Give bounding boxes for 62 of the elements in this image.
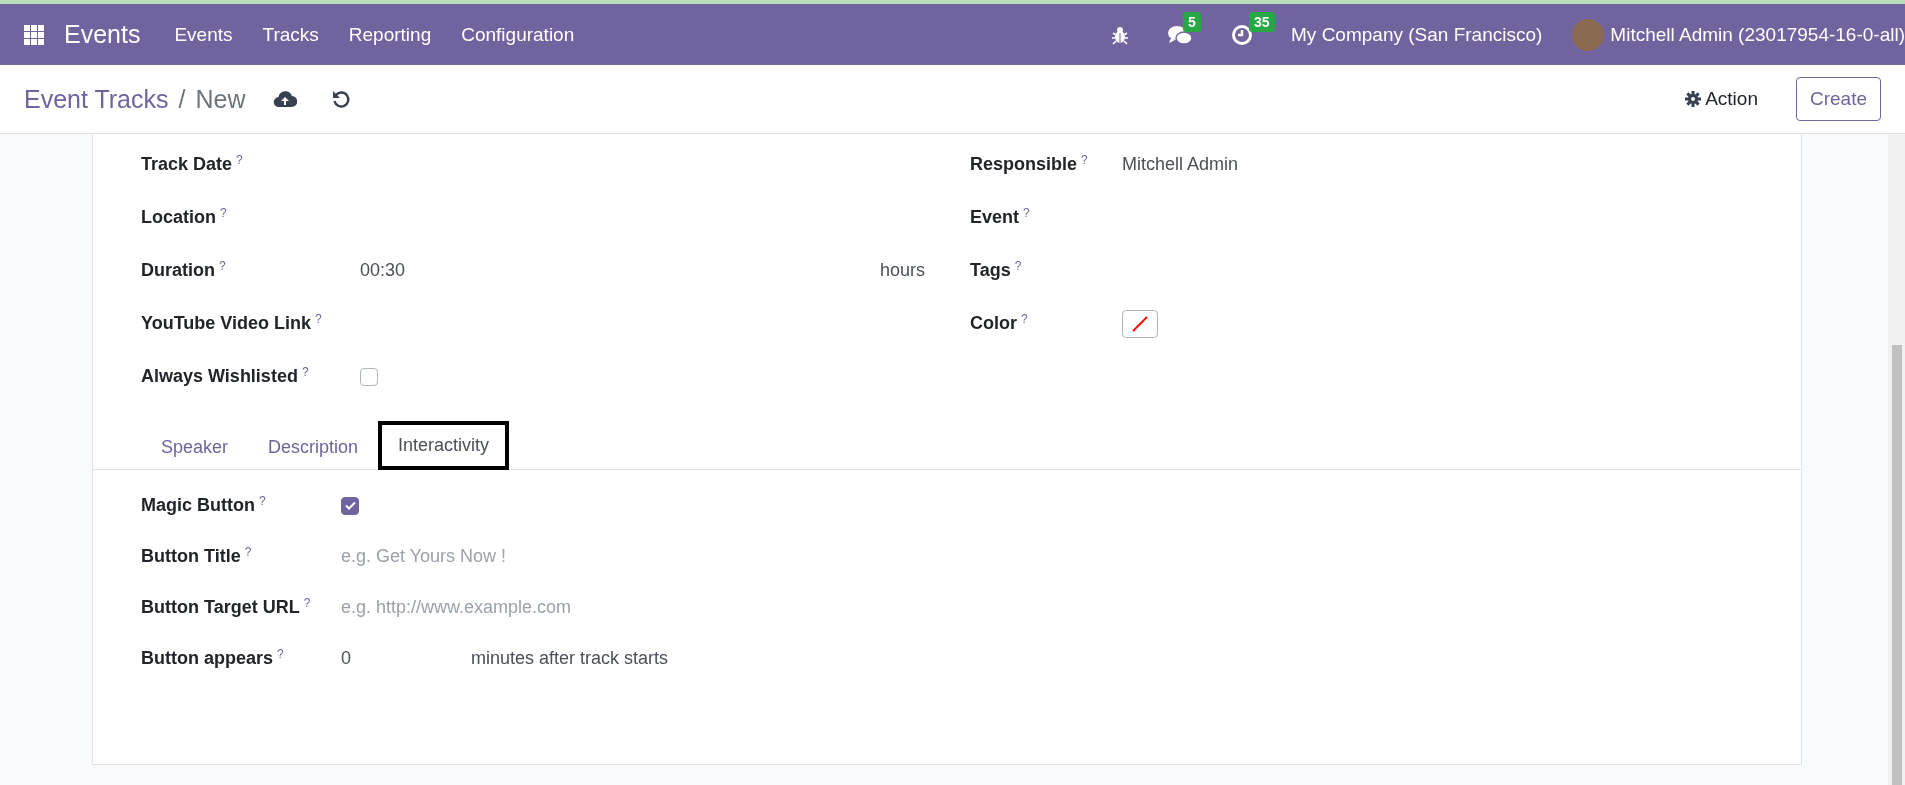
help-tooltip[interactable]: ?	[301, 366, 309, 378]
help-tooltip[interactable]: ?	[259, 495, 266, 507]
menu-item[interactable]: Reporting	[348, 23, 432, 46]
scrollbar[interactable]	[1888, 134, 1905, 785]
help-tooltip[interactable]: ?	[236, 154, 243, 166]
color-picker[interactable]	[1122, 309, 1158, 338]
field-label: Event	[970, 207, 1020, 228]
menu-item[interactable]: Events	[174, 23, 233, 46]
field-label: Tags	[970, 260, 1011, 281]
unit-label: hours	[879, 260, 925, 281]
unit-label: minutes after track starts	[471, 648, 669, 669]
menu-item[interactable]: Configuration	[461, 23, 575, 46]
breadcrumb-link[interactable]: Event Tracks	[24, 84, 169, 114]
company-switcher[interactable]: My Company (San Francisco)	[1291, 23, 1543, 46]
help-tooltip[interactable]: ?	[277, 648, 284, 660]
field-label: YouTube Video Link	[141, 313, 311, 334]
app-name[interactable]: Events	[64, 20, 141, 49]
bug-icon[interactable]	[1111, 24, 1130, 45]
help-tooltip[interactable]: ?	[244, 546, 252, 558]
message-count-badge: 5	[1183, 11, 1201, 32]
tab[interactable]: Speaker	[141, 423, 249, 470]
field-value[interactable]: Mitchell Admin	[1122, 154, 1753, 175]
cloud-upload-icon[interactable]	[273, 90, 298, 108]
action-button[interactable]: Action	[1685, 88, 1758, 110]
activity-count-badge: 35	[1249, 11, 1275, 32]
help-tooltip[interactable]: ?	[1014, 260, 1022, 272]
help-tooltip[interactable]: ?	[315, 313, 322, 325]
breadcrumb-separator: /	[178, 84, 186, 114]
menu-item[interactable]: Tracks	[262, 23, 319, 46]
create-button[interactable]: Create	[1795, 77, 1881, 121]
tab[interactable]: Interactivity	[378, 421, 510, 470]
no-color-icon	[1131, 314, 1149, 333]
tab[interactable]: Description	[248, 423, 379, 470]
check-icon	[344, 501, 356, 510]
undo-icon[interactable]	[331, 89, 352, 109]
help-tooltip[interactable]: ?	[220, 207, 227, 219]
help-tooltip[interactable]: ?	[1023, 207, 1030, 219]
help-tooltip[interactable]: ?	[1021, 313, 1028, 325]
field-label: Track Date	[141, 154, 233, 175]
checkbox[interactable]	[360, 367, 378, 386]
help-tooltip[interactable]: ?	[219, 260, 226, 272]
input-field[interactable]: e.g. Get Yours Now !	[341, 546, 761, 567]
checkbox[interactable]	[341, 496, 359, 515]
number-field[interactable]: 0	[341, 648, 471, 669]
input-field[interactable]: e.g. http://www.example.com	[341, 597, 761, 618]
field-label: Color	[970, 313, 1017, 334]
clock-icon[interactable]	[1231, 23, 1254, 46]
field-label: Duration	[141, 260, 215, 281]
user-menu[interactable]: Mitchell Admin (23017954-16-0-all)	[1610, 23, 1905, 46]
breadcrumb-current: New	[195, 84, 246, 114]
help-tooltip[interactable]: ?	[1081, 154, 1088, 166]
gear-icon	[1685, 91, 1702, 107]
field-label: Always Wishlisted	[141, 366, 298, 387]
field-label: Button Target URL	[141, 597, 300, 618]
help-tooltip[interactable]: ?	[303, 597, 311, 609]
field-label: Responsible	[970, 154, 1078, 175]
field-label: Location	[141, 207, 216, 228]
field-label: Button appears	[141, 648, 273, 669]
apps-grid-icon[interactable]	[24, 24, 44, 45]
field-label: Button Title	[141, 546, 241, 567]
duration-field[interactable]: 00:30	[360, 260, 880, 281]
field-label: Magic Button	[141, 495, 255, 516]
